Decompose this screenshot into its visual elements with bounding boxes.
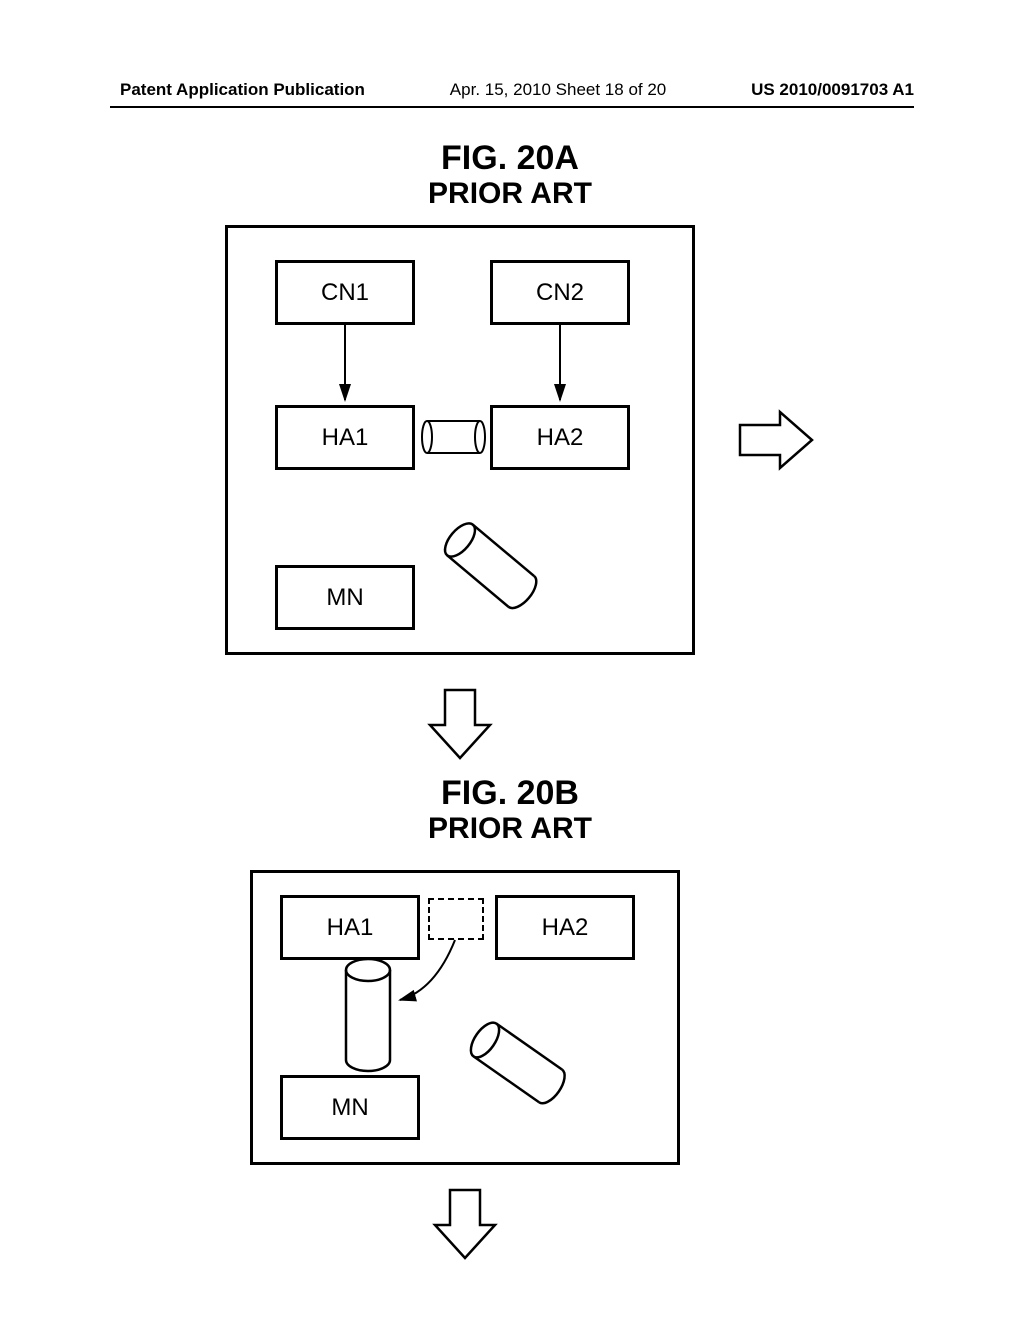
fig20b-cylinder-vertical [346, 959, 390, 1071]
fig20b-cylinder-diagonal [465, 1018, 570, 1108]
arrow-down-hollow-b [435, 1190, 495, 1258]
fig20b-svg [0, 0, 1024, 1320]
fig20b-curved-arrow [400, 940, 455, 1000]
